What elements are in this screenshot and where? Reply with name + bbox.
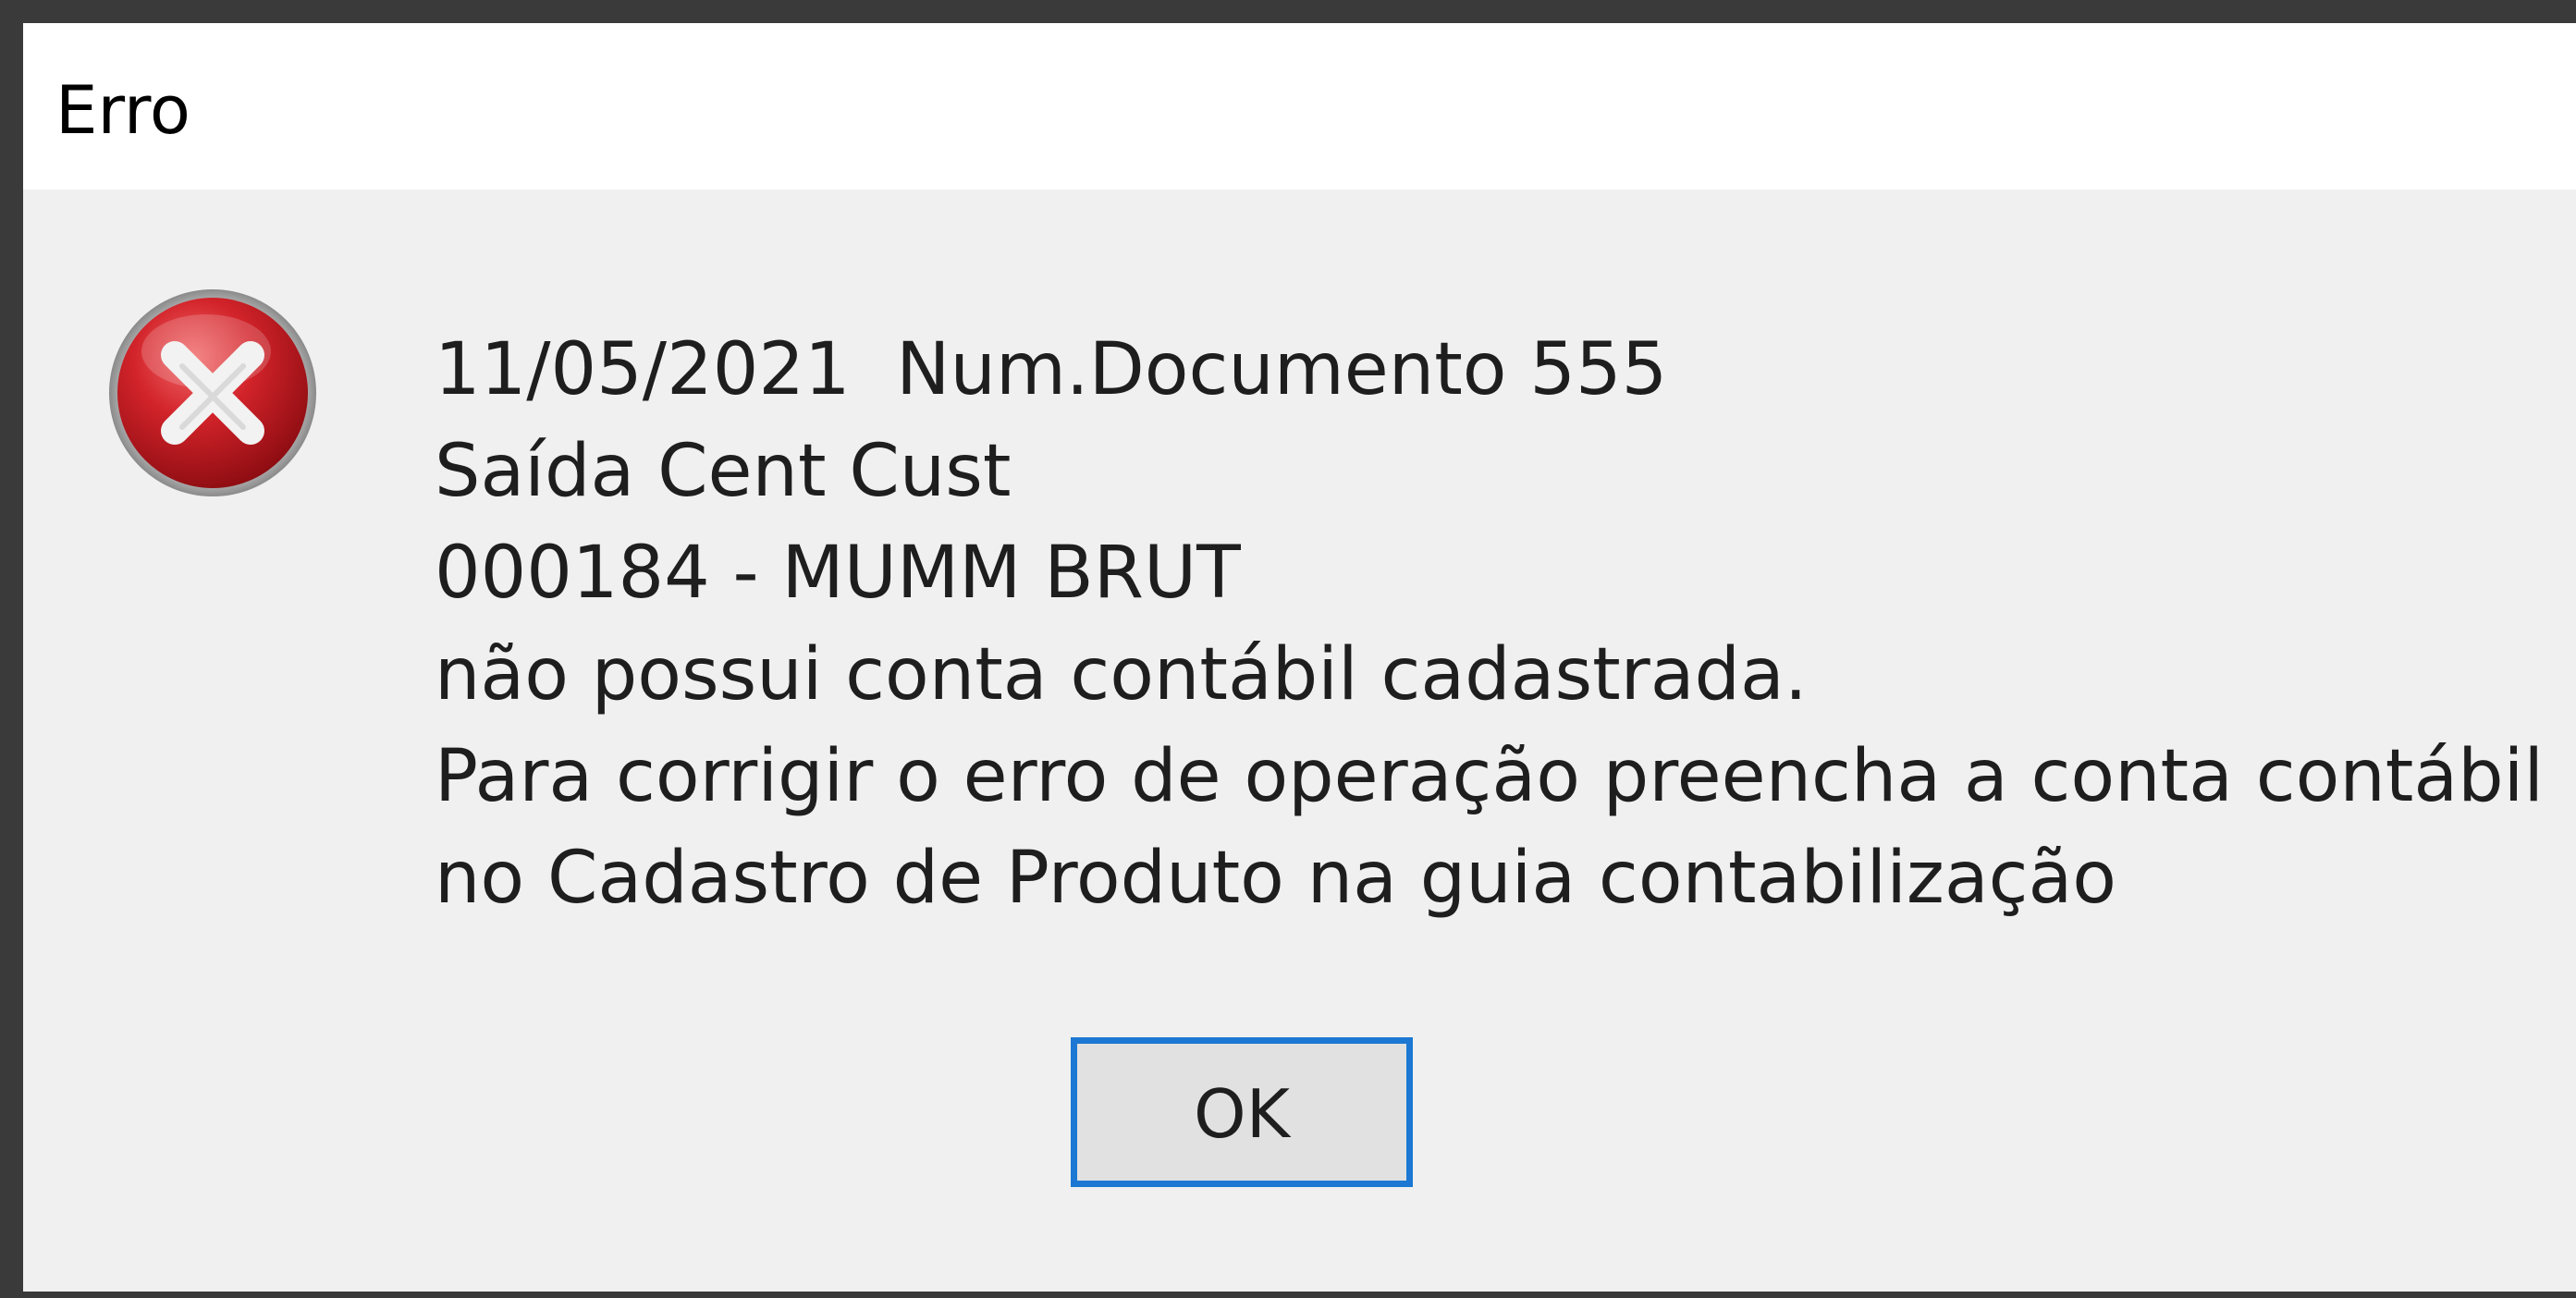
message-line-instruction: Para corrigir o erro de operação preench… bbox=[435, 735, 2545, 818]
message-line-location: no Cadastro de Produto na guia contabili… bbox=[435, 837, 2117, 920]
message-line-problem: não possui conta contábil cadastrada. bbox=[435, 633, 1808, 716]
message-line-date-document: 11/05/2021 Num.Documento 555 bbox=[435, 328, 1668, 411]
error-icon bbox=[106, 287, 319, 499]
title-bar[interactable]: Erro bbox=[23, 23, 2576, 190]
error-dialog: Erro 11/05/2021 Num.Documento 555 Saída … bbox=[23, 23, 2576, 1292]
ok-button-label: OK bbox=[1194, 1075, 1290, 1153]
ok-button[interactable]: OK bbox=[1071, 1037, 1413, 1187]
screenshot-frame: Erro 11/05/2021 Num.Documento 555 Saída … bbox=[0, 0, 2576, 1298]
error-message: 11/05/2021 Num.Documento 555 Saída Cent … bbox=[435, 319, 2561, 929]
message-line-product: 000184 - MUMM BRUT bbox=[435, 532, 1241, 615]
message-line-operation: Saída Cent Cust bbox=[435, 430, 1012, 513]
window-title: Erro bbox=[55, 71, 190, 149]
